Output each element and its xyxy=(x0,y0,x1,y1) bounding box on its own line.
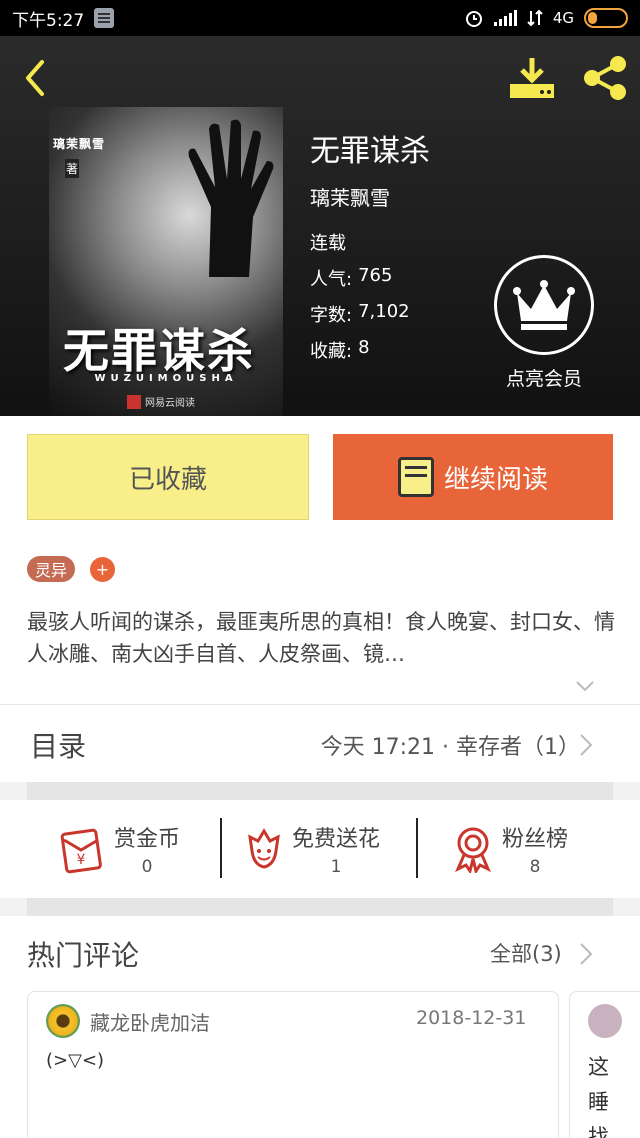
comment-date: 2018-12-31 xyxy=(416,1007,527,1029)
data-arrows-icon xyxy=(527,9,543,27)
comment-user[interactable]: 藏龙卧虎加洁 xyxy=(90,1007,210,1036)
publisher-logo-icon xyxy=(127,394,141,409)
hot-comments-section: 热门评论 全部(3) 藏龙卧虎加洁 2018-12-31 (>▽<) 这睡找 xyxy=(0,916,640,1138)
book-icon xyxy=(397,457,434,497)
chevron-right-icon xyxy=(580,734,593,756)
signal-icon xyxy=(493,10,517,26)
cover-pinyin: WUZUIMOUSHA xyxy=(94,373,238,384)
tag-item[interactable]: 灵异 xyxy=(27,556,76,582)
support-actions: ¥ 赏金币 0 免费送花 1 粉丝榜 8 xyxy=(0,800,640,898)
cover-author: 璃茉飘雪 xyxy=(53,137,106,151)
description-section: 灵异 + 最骇人听闻的谋杀，最匪夷所思的真相！食人晚宴、封口女、情人冰雕、南大凶… xyxy=(0,536,640,704)
comment-card[interactable]: 藏龙卧虎加洁 2018-12-31 (>▽<) xyxy=(27,991,559,1138)
popularity-label: 人气: xyxy=(310,269,353,290)
book-author[interactable]: 璃茉飘雪 xyxy=(310,182,430,211)
cover-title: 无罪谋杀 xyxy=(63,324,255,378)
reward-coins-count: 0 xyxy=(141,857,153,877)
download-icon[interactable] xyxy=(506,54,558,102)
add-tag-button[interactable]: + xyxy=(90,557,115,582)
book-header: 璃茉飘雪 著 无罪谋杀 WUZUIMOUSHA 网易云阅读 无罪谋杀 璃茉飘雪 … xyxy=(0,36,640,416)
alarm-icon xyxy=(465,11,482,27)
vip-label[interactable]: 点亮会员 xyxy=(488,364,600,391)
status-bar: 下午5:27 4G xyxy=(0,0,640,36)
favorites-row: 收藏: 8 xyxy=(310,337,430,363)
comment-text: 这睡找 xyxy=(588,1055,609,1138)
avatar[interactable] xyxy=(588,1004,622,1038)
chevron-down-icon[interactable] xyxy=(575,676,595,696)
favorites-label: 收藏: xyxy=(310,341,353,362)
hand-illustration xyxy=(188,119,274,277)
latest-chapter: 今天 17:21 · 幸存者（1） xyxy=(320,735,580,760)
medal-icon xyxy=(455,827,491,873)
book-description[interactable]: 最骇人听闻的谋杀，最匪夷所思的真相！食人晚宴、封口女、情人冰雕、南大凶手自首、人… xyxy=(27,606,617,670)
words-label: 字数: xyxy=(310,305,353,326)
hot-comments-title: 热门评论 xyxy=(27,939,140,972)
cover-zhu: 著 xyxy=(65,159,80,178)
red-envelope-icon: ¥ xyxy=(60,828,102,874)
share-icon[interactable] xyxy=(580,54,630,102)
fan-ranking-count: 8 xyxy=(529,857,541,877)
comment-text: (>▽<) xyxy=(46,1050,105,1071)
vip-button[interactable] xyxy=(494,255,594,355)
all-comments-link[interactable]: 全部(3) xyxy=(490,938,562,968)
divider xyxy=(27,898,613,916)
cover-publisher: 网易云阅读 xyxy=(127,394,195,409)
network-type: 4G xyxy=(552,9,574,27)
avatar[interactable] xyxy=(46,1004,80,1038)
action-buttons: 已收藏 继续阅读 xyxy=(0,416,640,536)
fan-ranking-button[interactable]: 粉丝榜 8 xyxy=(452,816,568,882)
cover-publisher-name: 网易云阅读 xyxy=(145,398,195,409)
status-time: 下午5:27 xyxy=(12,10,85,31)
popularity-value: 765 xyxy=(358,265,393,286)
continue-reading-label: 继续阅读 xyxy=(443,464,548,495)
popularity-row: 人气: 765 xyxy=(310,265,430,291)
notification-icon xyxy=(94,8,115,28)
send-flower-count: 1 xyxy=(330,857,342,877)
book-status: 连载 xyxy=(310,229,430,255)
send-flower-label: 免费送花 xyxy=(292,827,381,852)
reward-coins-label: 赏金币 xyxy=(114,827,181,852)
crown-icon xyxy=(513,280,575,330)
reward-coins-button[interactable]: ¥ 赏金币 0 xyxy=(56,816,180,882)
table-of-contents-row[interactable]: 目录 今天 17:21 · 幸存者（1） xyxy=(0,704,640,782)
book-cover: 璃茉飘雪 著 无罪谋杀 WUZUIMOUSHA 网易云阅读 xyxy=(49,107,283,416)
favorites-value: 8 xyxy=(358,337,370,358)
back-arrow-icon[interactable] xyxy=(16,58,56,98)
fan-ranking-label: 粉丝榜 xyxy=(502,827,569,852)
divider xyxy=(416,818,418,878)
words-row: 字数: 7,102 xyxy=(310,301,430,327)
comment-card[interactable]: 这睡找 xyxy=(569,991,640,1138)
book-info: 无罪谋杀 璃茉飘雪 连载 人气: 765 字数: 7,102 收藏: 8 xyxy=(310,126,430,373)
send-flower-button[interactable]: 免费送花 1 xyxy=(244,816,380,882)
book-status-text: 连载 xyxy=(310,233,346,254)
divider xyxy=(27,782,613,800)
divider xyxy=(220,818,222,878)
chevron-right-icon[interactable] xyxy=(578,942,594,966)
svg-text:¥: ¥ xyxy=(77,852,86,868)
book-title: 无罪谋杀 xyxy=(310,134,430,169)
flower-icon xyxy=(248,828,280,869)
favorited-button[interactable]: 已收藏 xyxy=(27,434,309,520)
battery-icon xyxy=(584,8,628,28)
continue-reading-button[interactable]: 继续阅读 xyxy=(333,434,613,520)
words-value: 7,102 xyxy=(358,301,410,322)
toc-label: 目录 xyxy=(30,730,87,763)
